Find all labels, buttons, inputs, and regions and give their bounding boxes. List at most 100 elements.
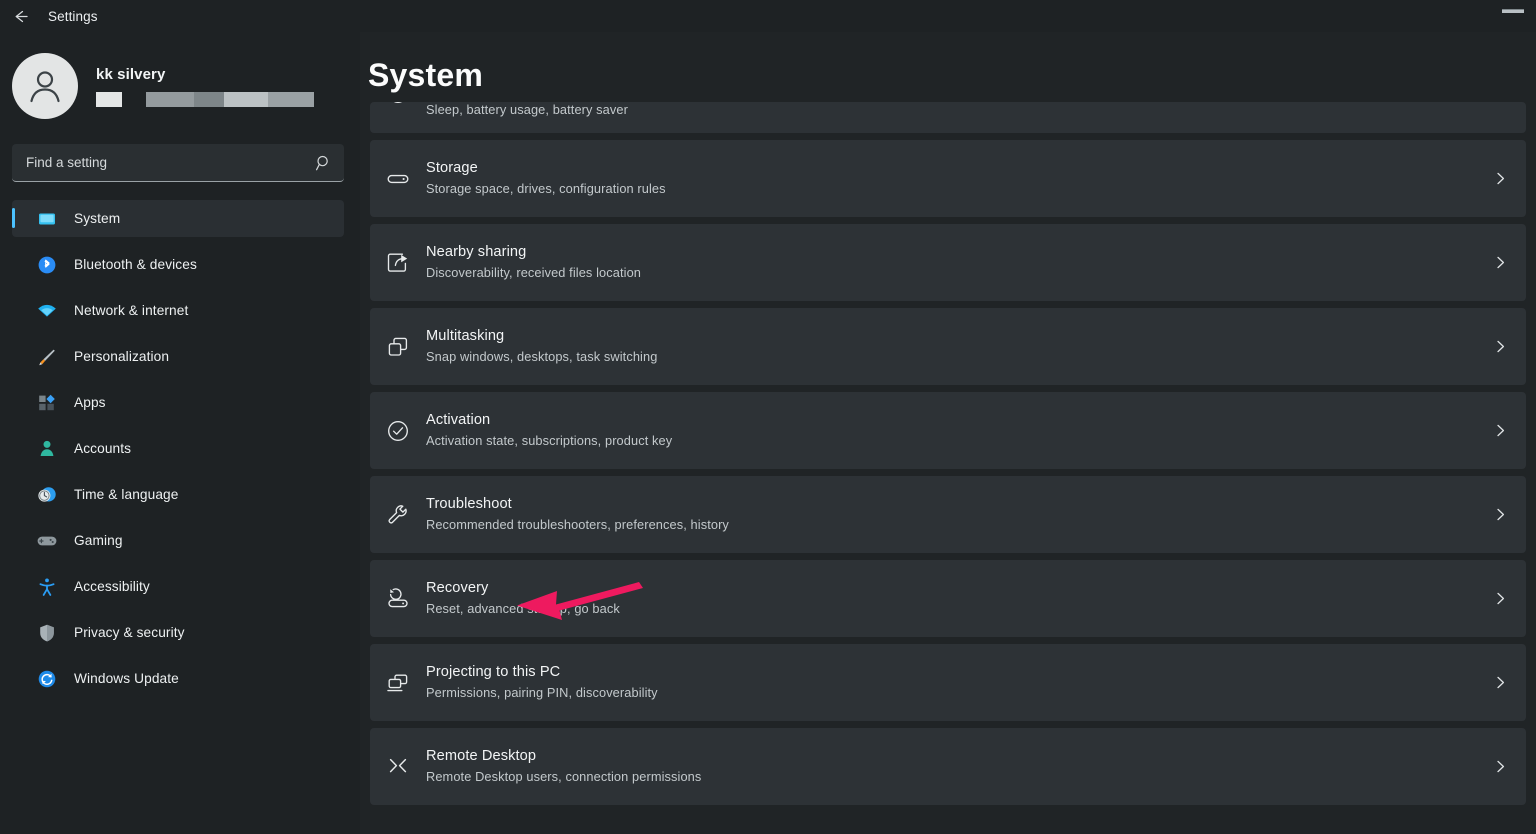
chevron-right-icon[interactable] [1474,758,1526,775]
sidebar-item-label: Apps [74,395,106,410]
settings-row-title: Troubleshoot [426,495,1474,515]
settings-row-subtitle: Sleep, battery usage, battery saver [426,102,1474,119]
account-name: kk silvery [96,66,314,84]
settings-row-title: Multitasking [426,327,1474,347]
window-title: Settings [48,9,98,24]
settings-row-recovery[interactable]: Recovery Reset, advanced startup, go bac… [370,560,1526,637]
search-icon[interactable] [315,154,332,171]
settings-row-title: Projecting to this PC [426,663,1474,683]
redaction-block [194,92,224,107]
settings-row-subtitle: Permissions, pairing PIN, discoverabilit… [426,685,1474,702]
page-title: System [368,57,483,94]
settings-row-title: Remote Desktop [426,747,1474,767]
wifi-icon [36,300,58,322]
avatar [12,53,78,119]
sidebar: kk silvery [0,32,360,834]
paintbrush-icon [36,346,58,368]
sidebar-item-label: Accounts [74,441,131,456]
sidebar-item-label: Network & internet [74,303,188,318]
settings-row-title: Recovery [426,579,1474,599]
settings-row-subtitle: Storage space, drives, configuration rul… [426,181,1474,198]
settings-row-subtitle: Snap windows, desktops, task switching [426,349,1474,366]
settings-row-subtitle: Remote Desktop users, connection permiss… [426,769,1474,786]
settings-list: Sleep, battery usage, battery saver Stor… [370,102,1526,834]
chevron-right-icon[interactable] [1474,170,1526,187]
settings-row-nearby-sharing[interactable]: Nearby sharing Discoverability, received… [370,224,1526,301]
settings-row-title: Activation [426,411,1474,431]
settings-row-remote-desktop[interactable]: Remote Desktop Remote Desktop users, con… [370,728,1526,805]
chevron-right-icon[interactable] [1474,590,1526,607]
minimize-bar-icon[interactable] [1502,9,1524,13]
main-content: System Sleep, battery usage, battery sav… [360,32,1536,834]
sidebar-item-accounts[interactable]: Accounts [12,430,344,467]
sidebar-item-label: Personalization [74,349,169,364]
sidebar-nav: System Bluetooth & devices Network & int… [0,200,360,697]
chevron-right-icon[interactable] [1474,422,1526,439]
battery-power-icon [370,102,426,133]
gamepad-icon [36,530,58,552]
redaction-block [96,92,122,107]
sidebar-item-label: Time & language [74,487,178,502]
sidebar-item-bluetooth-devices[interactable]: Bluetooth & devices [12,246,344,283]
sidebar-item-apps[interactable]: Apps [12,384,344,421]
settings-row-title: Nearby sharing [426,243,1474,263]
chevron-right-icon[interactable] [1474,338,1526,355]
sidebar-item-label: Privacy & security [74,625,185,640]
sidebar-item-system[interactable]: System [12,200,344,237]
projecting-monitors-icon [370,670,426,696]
settings-row-multitasking[interactable]: Multitasking Snap windows, desktops, tas… [370,308,1526,385]
redaction-block [224,92,268,107]
search-input[interactable] [12,155,344,170]
search-box[interactable] [12,144,344,182]
recovery-drive-icon [370,586,426,612]
monitor-icon [36,208,58,230]
storage-drive-icon [370,166,426,192]
check-circle-icon [370,418,426,444]
apps-icon [36,392,58,414]
chevron-right-icon[interactable] [1474,506,1526,523]
accessibility-icon [36,576,58,598]
settings-row-storage[interactable]: Storage Storage space, drives, configura… [370,140,1526,217]
settings-row-title: Storage [426,159,1474,179]
chevron-right-icon[interactable] [1474,254,1526,271]
bluetooth-icon [36,254,58,276]
share-icon [370,250,426,276]
back-arrow-icon [11,7,30,26]
chevron-right-icon[interactable] [1474,674,1526,691]
redaction-block [146,92,194,107]
settings-row-subtitle: Reset, advanced startup, go back [426,601,1474,618]
sidebar-item-time-language[interactable]: Time & language [12,476,344,513]
sidebar-item-gaming[interactable]: Gaming [12,522,344,559]
settings-row-power-battery[interactable]: Sleep, battery usage, battery saver [370,102,1526,133]
user-avatar-icon [23,64,67,108]
title-bar: Settings [0,0,1536,32]
sidebar-item-network-internet[interactable]: Network & internet [12,292,344,329]
multitasking-windows-icon [370,334,426,360]
settings-row-subtitle: Activation state, subscriptions, product… [426,433,1474,450]
back-button[interactable] [0,0,40,32]
sidebar-item-label: Windows Update [74,671,179,686]
account-email-redacted [96,92,314,107]
sidebar-item-label: Bluetooth & devices [74,257,197,272]
update-refresh-icon [36,668,58,690]
settings-row-projecting-to-this-pc[interactable]: Projecting to this PC Permissions, pairi… [370,644,1526,721]
settings-row-subtitle: Discoverability, received files location [426,265,1474,282]
redaction-block [268,92,314,107]
sidebar-item-label: System [74,211,120,226]
settings-row-subtitle: Recommended troubleshooters, preferences… [426,517,1474,534]
sidebar-item-label: Gaming [74,533,123,548]
wrench-icon [370,502,426,528]
sidebar-item-accessibility[interactable]: Accessibility [12,568,344,605]
shield-icon [36,622,58,644]
sidebar-item-windows-update[interactable]: Windows Update [12,660,344,697]
person-icon [36,438,58,460]
settings-row-troubleshoot[interactable]: Troubleshoot Recommended troubleshooters… [370,476,1526,553]
sidebar-item-personalization[interactable]: Personalization [12,338,344,375]
sidebar-item-label: Accessibility [74,579,150,594]
chevron-right-icon[interactable] [1474,102,1526,133]
account-summary[interactable]: kk silvery [0,32,360,120]
remote-desktop-icon [370,754,426,780]
settings-row-activation[interactable]: Activation Activation state, subscriptio… [370,392,1526,469]
clock-globe-icon [36,484,58,506]
sidebar-item-privacy-security[interactable]: Privacy & security [12,614,344,651]
